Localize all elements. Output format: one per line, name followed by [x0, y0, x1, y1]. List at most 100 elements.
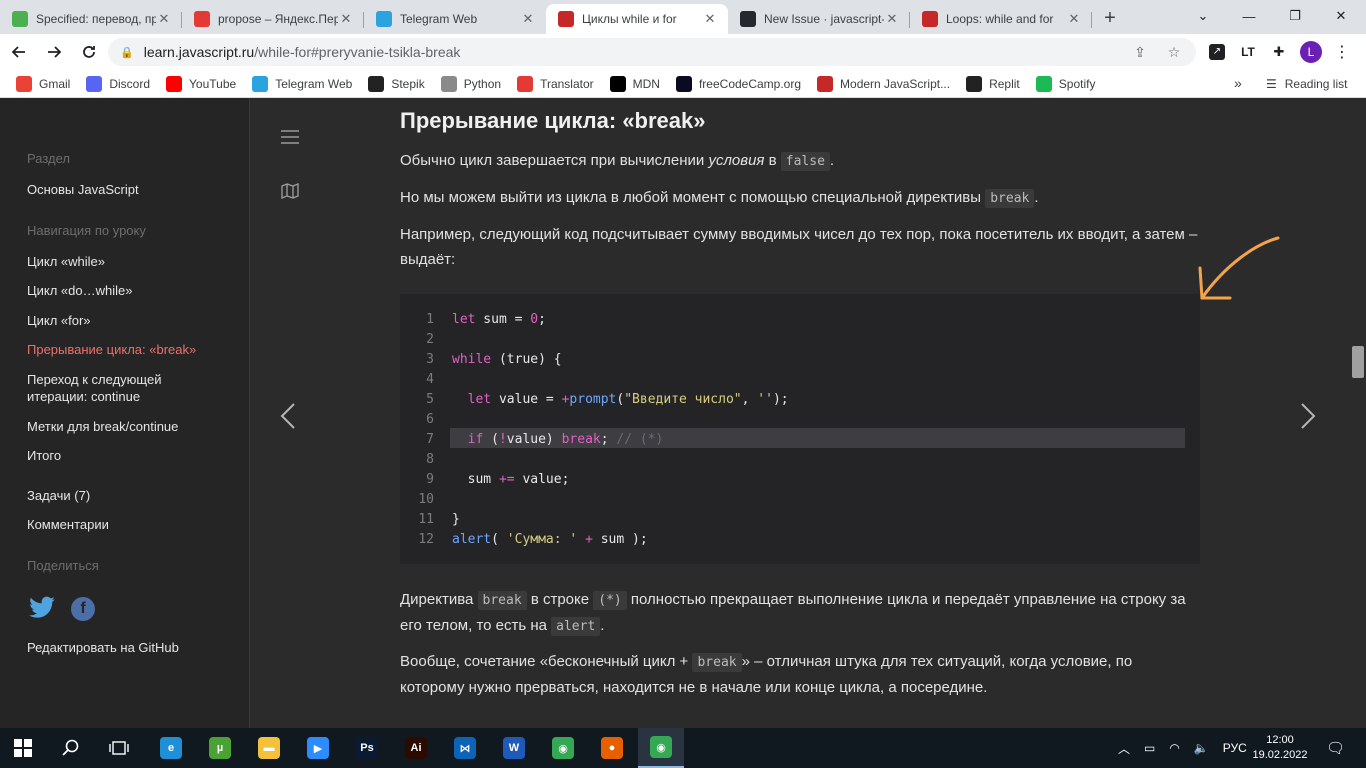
profile-avatar[interactable]: L: [1299, 40, 1323, 64]
browser-tab[interactable]: Telegram Web ✕: [364, 4, 546, 34]
taskbar-app[interactable]: Ps: [344, 728, 390, 768]
taskbar-app[interactable]: ◉: [638, 728, 684, 768]
code-line-5: let value = +prompt("Введите число", '')…: [467, 392, 789, 407]
browser-tab[interactable]: propose – Яндекс.Пер ✕: [182, 4, 364, 34]
nav-item-break[interactable]: Прерывание цикла: «break»: [27, 341, 227, 358]
p1-end: .: [829, 152, 835, 169]
tab-title: Telegram Web: [400, 12, 478, 26]
nav-item-continue[interactable]: Переход к следующей итерации: continue: [27, 371, 197, 405]
close-tab-icon[interactable]: ✕: [702, 11, 718, 27]
stepik-icon: [368, 75, 385, 92]
nav-item-labels[interactable]: Метки для break/continue: [27, 418, 227, 435]
nav-item-do-while[interactable]: Цикл «do…while»: [27, 282, 227, 299]
volume-icon[interactable]: 🔈: [1194, 741, 1209, 755]
close-tab-icon[interactable]: ✕: [884, 11, 900, 27]
tab-search-button[interactable]: ⌄: [1180, 0, 1226, 32]
notifications-icon[interactable]: 🗨: [1326, 728, 1345, 768]
reload-button[interactable]: [73, 36, 105, 68]
bookmark-item[interactable]: Spotify: [1035, 75, 1095, 92]
tab-title: Specified: перевод, пр: [36, 12, 156, 26]
taskbar-app[interactable]: e: [148, 728, 194, 768]
inline-code-break-2: break: [477, 591, 527, 610]
inline-code-break-3: break: [692, 653, 742, 672]
taskbar-app[interactable]: ●: [589, 728, 635, 768]
browser-toolbar: 🔒 learn.javascript.ru/while-for#preryvan…: [0, 34, 1366, 70]
hamburger-menu-icon[interactable]: [281, 130, 299, 149]
reading-list-button[interactable]: ☰ Reading list: [1266, 77, 1347, 91]
edit-on-github-link[interactable]: Редактировать на GitHub: [27, 639, 227, 656]
taskbar-app[interactable]: W: [491, 728, 537, 768]
map-icon[interactable]: [281, 182, 299, 204]
close-tab-icon[interactable]: ✕: [520, 11, 536, 27]
lesson-nav-heading: Навигация по уроку: [27, 223, 146, 238]
taskbar-app[interactable]: ▬: [246, 728, 292, 768]
forward-button[interactable]: [38, 36, 70, 68]
close-tab-icon[interactable]: ✕: [338, 11, 354, 27]
back-button[interactable]: [3, 36, 35, 68]
bookmark-item[interactable]: Modern JavaScript...: [817, 75, 950, 92]
task-view-button[interactable]: [96, 728, 142, 768]
close-tab-icon[interactable]: ✕: [156, 11, 172, 27]
nav-item-for[interactable]: Цикл «for»: [27, 312, 227, 329]
bookmark-item[interactable]: Replit: [966, 75, 1020, 92]
scrollbar-thumb[interactable]: [1352, 346, 1364, 378]
bookmark-item[interactable]: freeCodeCamp.org: [675, 75, 801, 92]
address-bar[interactable]: 🔒 learn.javascript.ru/while-for#preryvan…: [108, 38, 1196, 66]
javascript-info-icon: [922, 11, 938, 27]
browser-tab[interactable]: New Issue · javascript- ✕: [728, 4, 910, 34]
browser-tab[interactable]: Циклы while и for ✕: [546, 4, 728, 34]
comments-link[interactable]: Комментарии: [27, 516, 227, 533]
taskbar-app[interactable]: ▶: [295, 728, 341, 768]
bookmark-item[interactable]: Translator: [517, 75, 594, 92]
bookmark-item[interactable]: Gmail: [16, 75, 70, 92]
wifi-icon[interactable]: ◠: [1169, 741, 1179, 755]
restore-button[interactable]: ❐: [1272, 0, 1318, 32]
bookmark-label: Telegram Web: [275, 76, 353, 91]
bookmark-label: Replit: [989, 76, 1020, 91]
extensions-puzzle-icon[interactable]: ✚: [1267, 40, 1291, 64]
browser-tab[interactable]: Loops: while and for ✕: [910, 4, 1092, 34]
twitter-icon[interactable]: [28, 596, 56, 625]
taskbar-app[interactable]: Ai: [393, 728, 439, 768]
task-view-icon: [109, 741, 129, 755]
p5-text-a: Вообще, сочетание «бесконечный цикл +: [400, 653, 693, 670]
browser-menu-icon[interactable]: ⋮: [1330, 40, 1354, 64]
facebook-icon[interactable]: f: [71, 597, 95, 621]
taskbar-app[interactable]: µ: [197, 728, 243, 768]
tray-chevron-icon[interactable]: ︿: [1118, 740, 1130, 757]
nav-item-while[interactable]: Цикл «while»: [27, 253, 227, 270]
bookmark-label: Stepik: [391, 76, 425, 91]
search-button[interactable]: [48, 728, 94, 768]
bookmark-item[interactable]: Telegram Web: [252, 75, 353, 92]
windows-start-button[interactable]: [0, 728, 46, 768]
bookmark-item[interactable]: MDN: [609, 75, 660, 92]
new-tab-button[interactable]: +: [1096, 4, 1124, 32]
language-indicator[interactable]: РУС: [1223, 741, 1247, 755]
taskbar-app[interactable]: ⋈: [442, 728, 488, 768]
close-window-button[interactable]: ✕: [1318, 0, 1364, 32]
section-link[interactable]: Основы JavaScript: [27, 181, 227, 198]
bookmark-item[interactable]: YouTube: [166, 75, 236, 92]
next-page-arrow-icon[interactable]: [1300, 402, 1316, 435]
close-tab-icon[interactable]: ✕: [1066, 11, 1082, 27]
battery-icon[interactable]: ▭: [1144, 741, 1155, 755]
clock-date: 19.02.2022: [1252, 749, 1308, 761]
clock[interactable]: 12:00 19.02.2022: [1252, 728, 1308, 768]
extension-translate-icon[interactable]: ↗: [1205, 40, 1229, 64]
extension-lt-icon[interactable]: LT: [1236, 40, 1260, 64]
paragraph-3: Например, следующий код подсчитывает сум…: [400, 226, 1198, 268]
bookmark-item[interactable]: Discord: [86, 75, 150, 92]
share-icon[interactable]: ⇪: [1128, 41, 1152, 63]
bookmark-item[interactable]: Stepik: [368, 75, 425, 92]
bookmark-item[interactable]: Python: [440, 75, 501, 92]
taskbar-app[interactable]: ◉: [540, 728, 586, 768]
tasks-link[interactable]: Задачи (7): [27, 487, 227, 504]
page-scrollbar[interactable]: [1350, 98, 1366, 728]
bookmark-star-icon[interactable]: ☆: [1162, 41, 1186, 63]
browser-tab[interactable]: Specified: перевод, пр ✕: [0, 4, 182, 34]
tab-title: Циклы while и for: [582, 12, 677, 26]
previous-page-arrow-icon[interactable]: [280, 402, 296, 435]
nav-item-summary[interactable]: Итого: [27, 447, 227, 464]
minimize-button[interactable]: —: [1226, 0, 1272, 32]
bookmarks-overflow-button[interactable]: »: [1234, 75, 1242, 91]
